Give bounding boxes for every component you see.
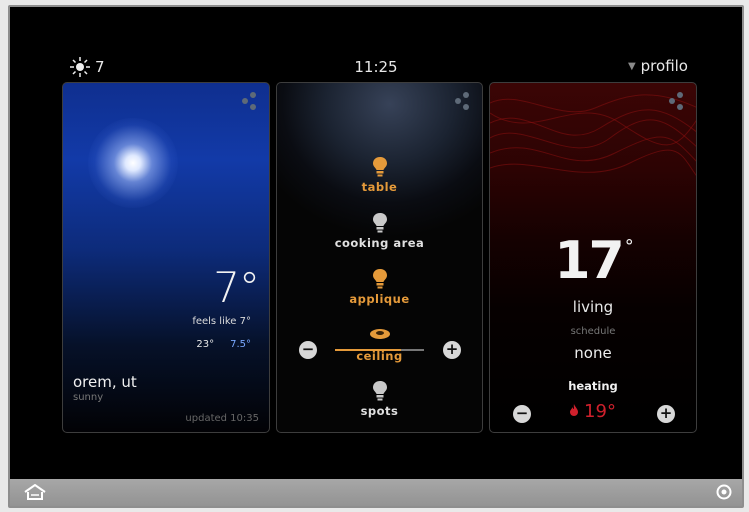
- bulb-icon: [372, 381, 387, 401]
- ceiling-lamp-icon: [369, 329, 390, 339]
- bulb-icon: [372, 269, 387, 289]
- home-icon[interactable]: [24, 484, 46, 500]
- light-label: applique: [349, 292, 410, 306]
- setpoint-plus-button[interactable]: +: [657, 405, 675, 423]
- heat-waves-graphic: [490, 94, 696, 176]
- schedule-label: schedule: [570, 326, 616, 337]
- profile-dropdown[interactable]: ▼ profilo: [628, 57, 688, 75]
- card-menu-icon[interactable]: [669, 92, 687, 112]
- light-cooking-area[interactable]: cooking area: [277, 213, 482, 250]
- status-bar: 7 11:25 ▼ profilo: [10, 57, 742, 81]
- light-table[interactable]: table: [277, 157, 482, 194]
- card-menu-icon[interactable]: [455, 92, 473, 112]
- high-temp: 23°: [196, 339, 215, 350]
- degree-symbol: °: [624, 236, 634, 257]
- sun-glow-icon: [88, 118, 178, 208]
- setpoint-value: 19°: [584, 401, 616, 422]
- room-temperature-value: 17: [554, 231, 624, 291]
- bulb-icon: [372, 213, 387, 233]
- light-spots[interactable]: spots: [277, 381, 482, 418]
- light-label: cooking area: [334, 236, 425, 250]
- room-name: living: [572, 298, 614, 316]
- room-temperature: 17 °: [490, 231, 696, 291]
- weather-condition: sunny: [73, 392, 104, 403]
- device-screen: 7 11:25 ▼ profilo 7° feels like 7° 23° 7…: [8, 5, 744, 508]
- high-low: 23° 7.5°: [196, 339, 251, 350]
- lights-card: table cooking area applique − + ceiling …: [276, 82, 483, 433]
- schedule-value[interactable]: none: [490, 344, 696, 362]
- light-applique[interactable]: applique: [277, 269, 482, 306]
- light-ceiling[interactable]: ceiling: [277, 328, 482, 363]
- thermostat-card: 17 ° living schedule none heating − 19° +: [489, 82, 697, 433]
- flame-icon: [570, 404, 579, 416]
- weather-card[interactable]: 7° feels like 7° 23° 7.5° orem, ut sunny…: [62, 82, 270, 433]
- low-temp: 7.5°: [230, 339, 251, 350]
- heating-mode[interactable]: heating: [490, 379, 696, 393]
- weather-temperature: 7°: [213, 263, 260, 312]
- feels-like: feels like 7°: [192, 316, 251, 327]
- light-label: spots: [360, 404, 399, 418]
- triangle-down-icon: ▼: [627, 60, 636, 72]
- light-label: ceiling: [356, 349, 403, 363]
- city-name: orem, ut: [73, 373, 137, 391]
- light-label: table: [361, 180, 398, 194]
- profile-label: profilo: [640, 57, 688, 75]
- bottom-bar: [10, 479, 742, 506]
- bulb-icon: [372, 157, 387, 177]
- settings-icon[interactable]: [716, 484, 732, 500]
- card-menu-icon[interactable]: [242, 92, 260, 112]
- updated-time: updated 10:35: [185, 413, 259, 424]
